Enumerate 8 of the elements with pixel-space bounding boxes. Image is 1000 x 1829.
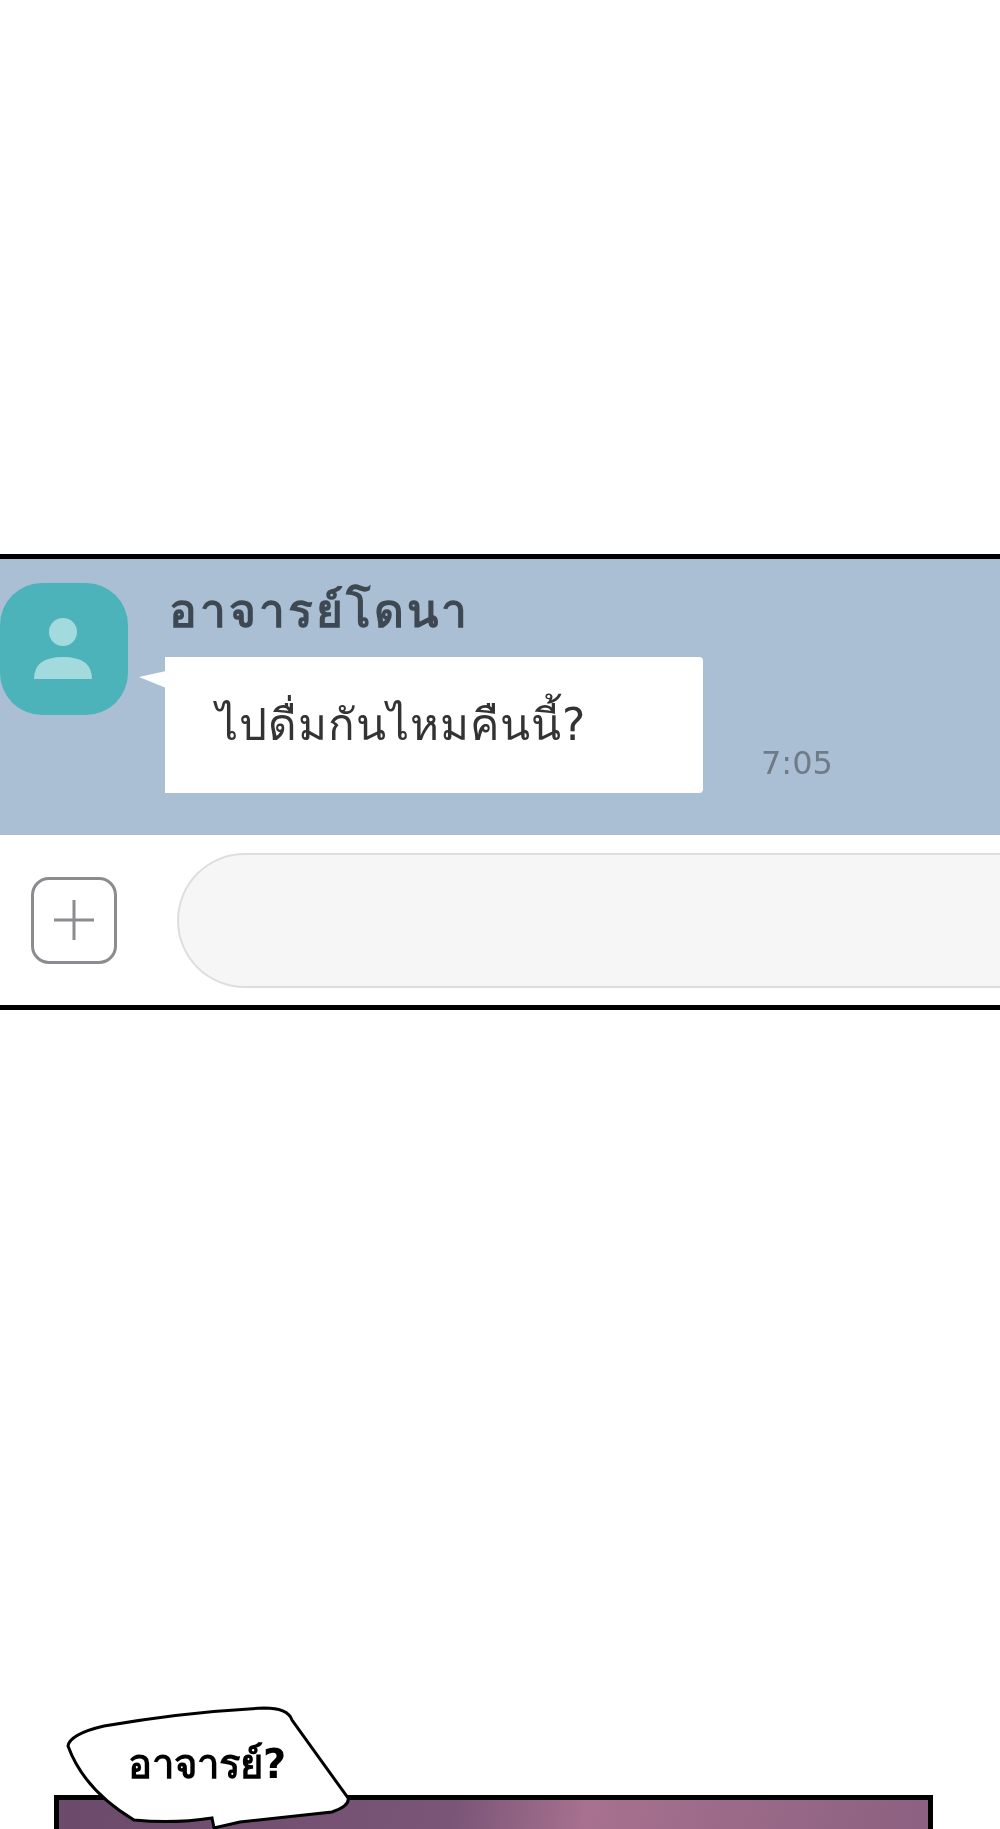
message-time: 7:05 (761, 745, 833, 781)
message-input[interactable] (177, 852, 1000, 988)
bubble-tail-icon (139, 671, 166, 688)
person-avatar-icon (0, 583, 128, 715)
contact-name: อาจารย์โดนา (169, 583, 470, 639)
plus-icon (54, 900, 94, 940)
speech-text: อาจารย์? (128, 1740, 287, 1788)
add-button[interactable] (31, 876, 117, 964)
